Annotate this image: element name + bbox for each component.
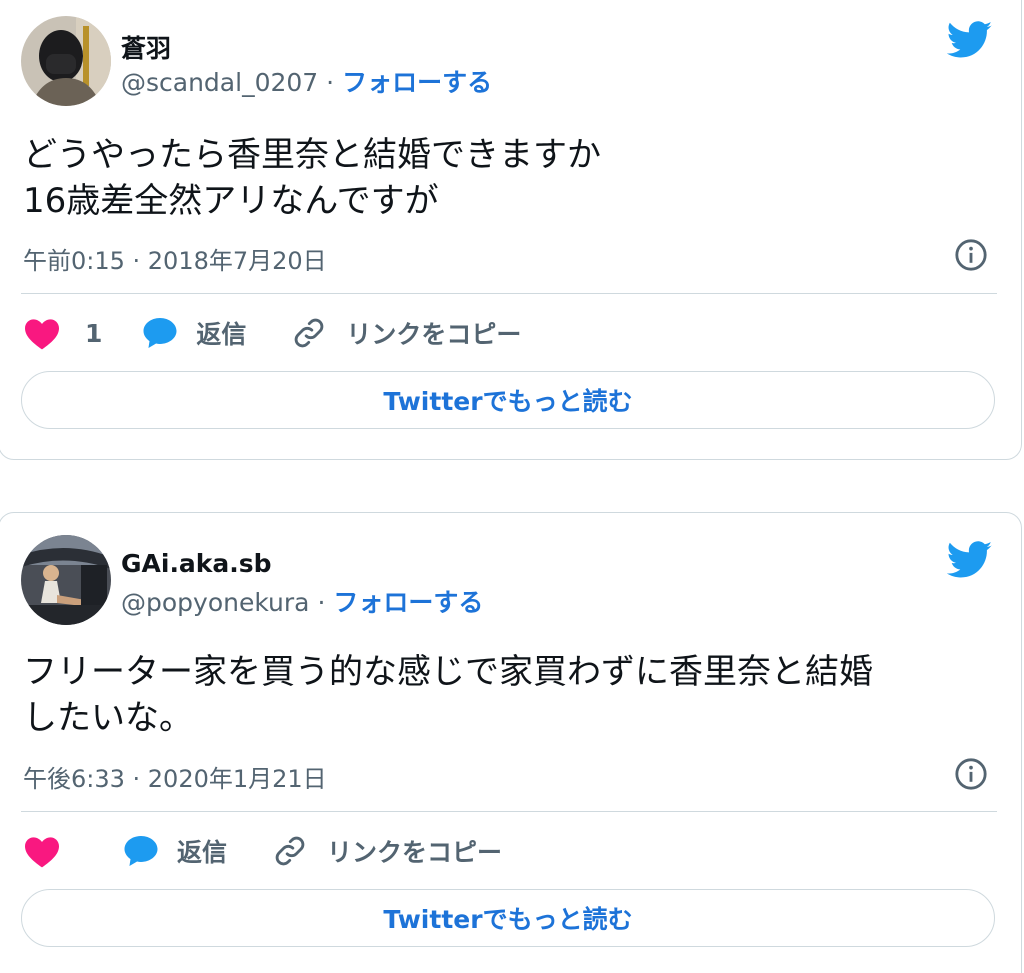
reply-button[interactable]: 返信: [123, 833, 227, 869]
read-more-button[interactable]: Twitterでもっと読む: [21, 889, 995, 947]
tweet-card-2: GAi.aka.sb @popyonekura · フォローする フリーター家を…: [0, 512, 1022, 973]
timestamp[interactable]: 午前0:15 · 2018年7月20日: [23, 241, 327, 276]
twitter-bird-icon[interactable]: [947, 541, 993, 579]
heart-icon: [25, 319, 59, 350]
follow-button[interactable]: フォローする: [333, 588, 483, 617]
read-more-button[interactable]: Twitterでもっと読む: [21, 371, 995, 429]
reply-label: 返信: [177, 838, 228, 867]
action-bar: 返信 リンクをコピー: [23, 831, 502, 871]
speech-bubble-icon: [124, 836, 158, 866]
twitter-bird-icon[interactable]: [947, 21, 993, 59]
action-bar: 1 返信 リンクをコピー: [23, 313, 521, 353]
heart-icon: [25, 837, 59, 868]
separator-dot: ·: [317, 588, 326, 617]
handle-row: @popyonekura · フォローする: [121, 583, 483, 619]
speech-bubble-icon: [143, 318, 177, 348]
display-name[interactable]: GAi.aka.sb: [121, 549, 272, 578]
reply-label: 返信: [196, 320, 247, 349]
separator-dot: ·: [326, 68, 335, 97]
like-button[interactable]: 1: [23, 316, 102, 350]
reply-button[interactable]: 返信: [142, 315, 246, 351]
divider: [21, 293, 997, 294]
avatar[interactable]: [21, 535, 111, 625]
display-name[interactable]: 蒼羽: [121, 29, 171, 65]
tweet-text: フリーター家を買う的な感じで家買わずに香里奈と結婚 したいな。: [23, 652, 873, 738]
like-count: 1: [85, 318, 103, 348]
avatar[interactable]: [21, 16, 111, 106]
copy-link-button[interactable]: リンクをコピー: [273, 833, 502, 869]
copy-link-label: リンクをコピー: [346, 320, 522, 349]
user-handle[interactable]: @popyonekura: [121, 588, 310, 617]
info-icon[interactable]: [954, 757, 988, 791]
link-icon: [275, 836, 305, 866]
like-button[interactable]: [23, 834, 61, 868]
follow-button[interactable]: フォローする: [342, 68, 492, 97]
info-icon[interactable]: [954, 238, 988, 272]
timestamp[interactable]: 午後6:33 · 2020年1月21日: [23, 759, 327, 794]
tweet-text: どうやったら香里奈と結婚できますか 16歳差全然アリなんですが: [23, 135, 601, 221]
copy-link-label: リンクをコピー: [327, 838, 503, 867]
divider: [21, 811, 997, 812]
handle-row: @scandal_0207 · フォローする: [121, 63, 492, 99]
link-icon: [295, 318, 324, 348]
copy-link-button[interactable]: リンクをコピー: [292, 315, 521, 351]
user-handle[interactable]: @scandal_0207: [121, 68, 318, 97]
tweet-card-1: 蒼羽 @scandal_0207 · フォローする どうやったら香里奈と結婚でき…: [0, 0, 1022, 460]
